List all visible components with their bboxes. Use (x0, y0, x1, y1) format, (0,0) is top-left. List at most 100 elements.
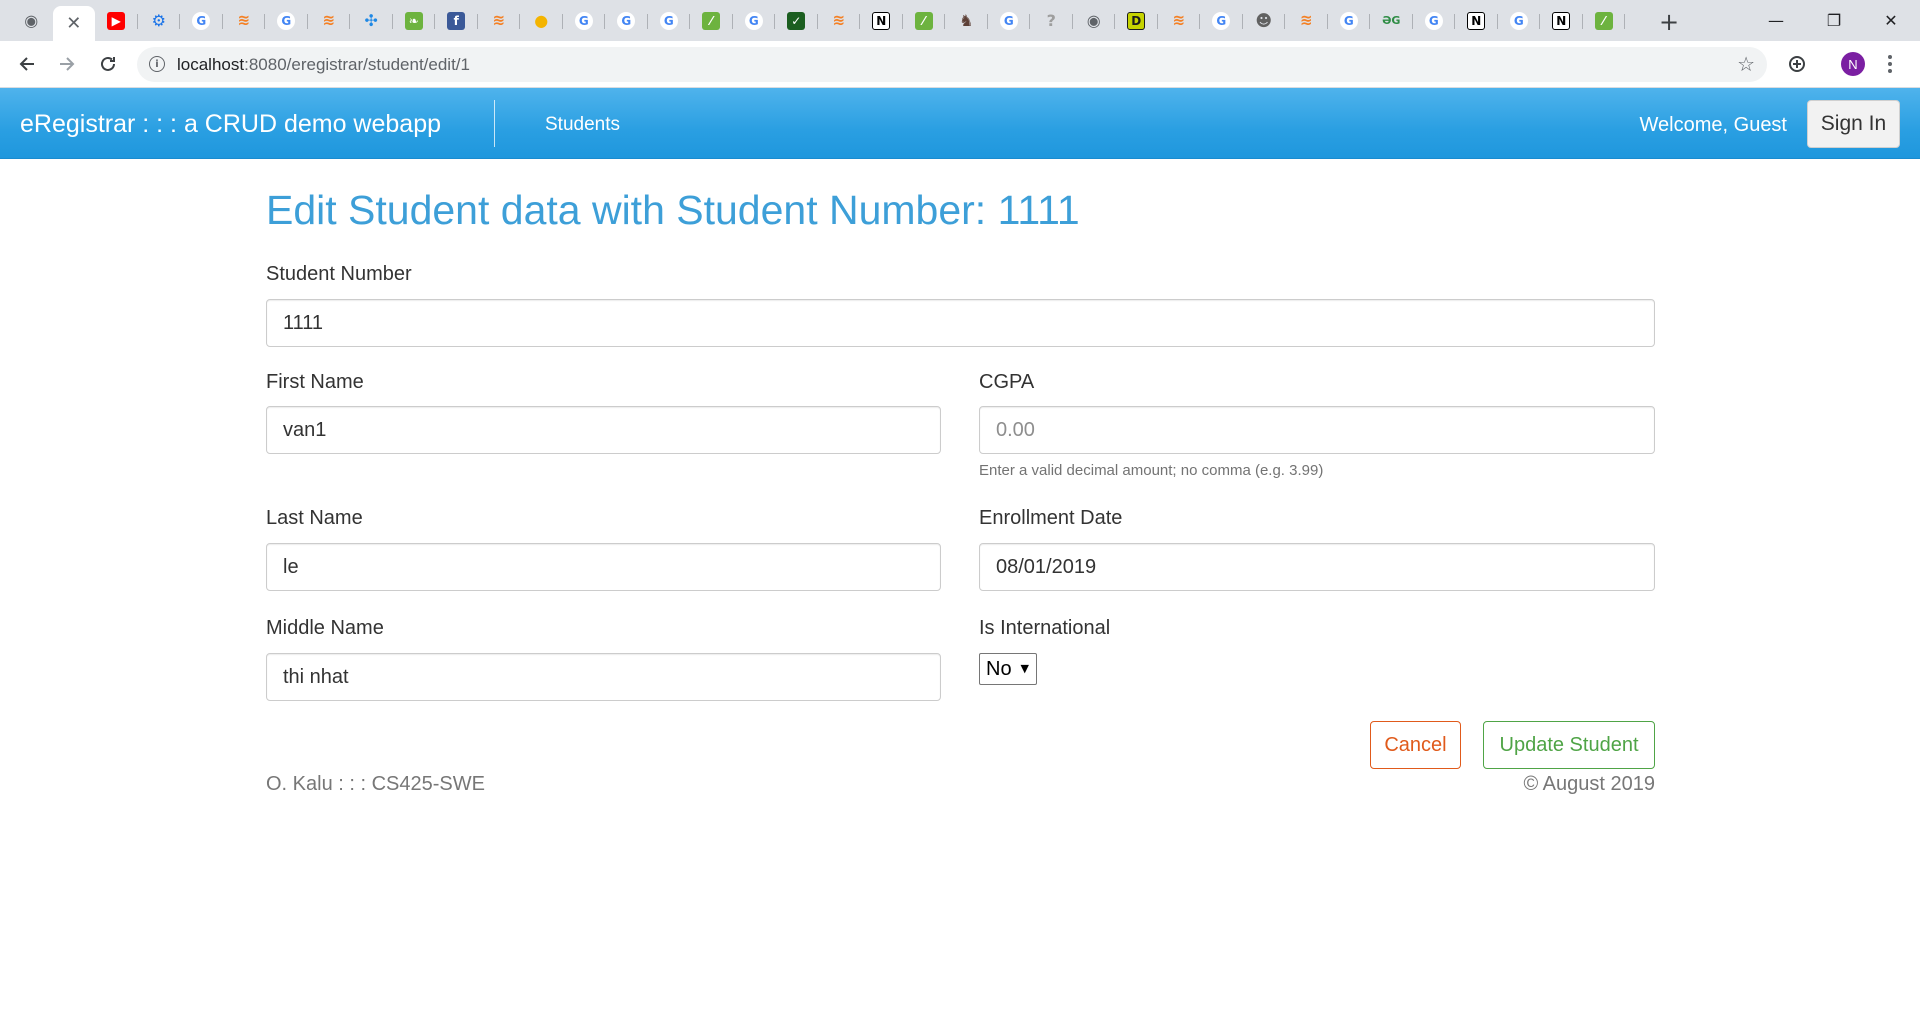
update-student-button[interactable]: Update Student (1483, 721, 1655, 769)
browser-tab[interactable]: ⚙ (138, 6, 181, 35)
page-title: Edit Student data with Student Number: 1… (266, 187, 1080, 233)
fruit-icon: ● (534, 10, 549, 30)
browser-tab[interactable]: G (563, 6, 606, 35)
browser-tab[interactable]: G (1498, 6, 1541, 35)
back-icon[interactable] (13, 50, 41, 78)
browser-tab[interactable]: N (1540, 6, 1583, 35)
browser-tab[interactable]: ◉ (1073, 6, 1116, 35)
browser-tab[interactable]: ⁄ (903, 6, 946, 35)
browser-tab[interactable]: G (1328, 6, 1371, 35)
welcome-text: Welcome, Guest (1639, 114, 1787, 136)
window-close-icon[interactable]: ✕ (1862, 0, 1920, 41)
browser-tab[interactable]: ● (520, 6, 563, 35)
stackoverflow-icon: ≋ (322, 11, 336, 29)
enrollment-date-input[interactable]: 08/01/2019 (979, 543, 1655, 591)
browser-tab[interactable]: N (1455, 6, 1498, 35)
middle-name-input[interactable]: thi nhat (266, 653, 941, 701)
browser-tab[interactable]: G (180, 6, 223, 35)
forward-icon[interactable] (53, 50, 81, 78)
footer-copyright: © August 2019 (1523, 773, 1655, 795)
stackoverflow-icon: ≋ (832, 11, 846, 29)
browser-tab[interactable]: f (435, 6, 478, 35)
browser-tab[interactable]: ❧ (393, 6, 436, 35)
geeksforgeeks-icon: ƏG (1382, 14, 1401, 27)
facebook-icon: f (447, 11, 466, 30)
cgpa-label: CGPA (979, 371, 1035, 393)
browser-tab[interactable]: ≋ (223, 6, 266, 35)
restore-icon[interactable]: ❐ (1805, 0, 1863, 41)
browser-menu-icon[interactable] (1883, 50, 1897, 78)
browser-tab[interactable]: ☻ (1243, 6, 1286, 35)
reload-icon[interactable] (94, 50, 122, 78)
nav-students-link[interactable]: Students (545, 114, 620, 136)
google-icon: G (1212, 11, 1231, 30)
browser-tab[interactable]: G (648, 6, 691, 35)
spring-leaf-icon: ⁄ (702, 11, 721, 30)
cgpa-help-text: Enter a valid decimal amount; no comma (… (979, 462, 1324, 479)
middle-name-label: Middle Name (266, 617, 384, 639)
dropdown-arrow-icon: ▼ (1020, 662, 1029, 675)
broken-page-icon: ? (1046, 10, 1056, 30)
browser-tab[interactable]: ƏG (1370, 6, 1413, 35)
browser-tab[interactable]: G (733, 6, 776, 35)
first-name-input[interactable]: van1 (266, 406, 941, 454)
pinwheel-icon: ✣ (364, 10, 378, 30)
browser-tab[interactable]: ▶ (95, 6, 138, 35)
browser-tab[interactable]: ♞ (945, 6, 988, 35)
browser-tab[interactable]: ✓ (775, 6, 818, 35)
stackoverflow-icon: ≋ (492, 11, 506, 29)
google-icon: G (617, 11, 636, 30)
last-name-label: Last Name (266, 507, 363, 529)
is-international-select[interactable]: No ▼ (979, 653, 1037, 685)
sign-in-button[interactable]: Sign In (1807, 100, 1900, 148)
close-tab-icon[interactable]: ✕ (65, 14, 83, 33)
minimize-icon[interactable]: — (1747, 0, 1805, 41)
stackoverflow-icon: ≋ (1299, 11, 1313, 29)
google-icon: G (1509, 11, 1528, 30)
browser-tab[interactable]: ≋ (1158, 6, 1201, 35)
notion-icon: N (872, 11, 891, 30)
profile-avatar[interactable]: N (1841, 52, 1865, 76)
extension-sync-icon[interactable] (1783, 50, 1811, 78)
browser-tab[interactable]: G (605, 6, 648, 35)
person-icon: ☻ (1255, 10, 1273, 30)
browser-tab[interactable]: ✣ (350, 6, 393, 35)
enrollment-date-label: Enrollment Date (979, 507, 1123, 529)
browser-tab[interactable]: ◉ (10, 6, 53, 35)
cgpa-input[interactable]: 0.00 (979, 406, 1655, 454)
site-info-icon[interactable]: i (149, 56, 165, 72)
browser-tab[interactable]: N (860, 6, 903, 35)
browser-tab[interactable]: ≋ (478, 6, 521, 35)
address-bar[interactable]: i localhost:8080/eregistrar/student/edit… (137, 47, 1767, 82)
last-name-input[interactable]: le (266, 543, 941, 591)
browser-tab[interactable]: ✕ (52, 6, 95, 41)
browser-tab[interactable]: ⁄ (690, 6, 733, 35)
browser-tab[interactable]: ⁄ (1583, 6, 1626, 35)
browser-tab[interactable]: G (988, 6, 1031, 35)
bookmark-star-icon[interactable]: ☆ (1737, 52, 1755, 76)
settings-gear-icon: ⚙ (151, 10, 166, 30)
globe-icon: ◉ (1086, 10, 1101, 30)
browser-tab[interactable]: ≋ (308, 6, 351, 35)
browser-tab[interactable]: ≋ (818, 6, 861, 35)
browser-toolbar: i localhost:8080/eregistrar/student/edit… (0, 41, 1920, 88)
browser-tab[interactable]: ≋ (1285, 6, 1328, 35)
notion-icon: N (1552, 11, 1571, 30)
first-name-label: First Name (266, 371, 364, 393)
student-number-input[interactable]: 1111 (266, 299, 1655, 347)
google-icon: G (659, 11, 678, 30)
horse-icon: ♞ (959, 10, 974, 30)
new-tab-icon[interactable]: + (1655, 8, 1683, 36)
browser-tab[interactable]: G (265, 6, 308, 35)
brand-link[interactable]: eRegistrar : : : a CRUD demo webapp (20, 110, 441, 139)
browser-tab[interactable]: D (1115, 6, 1158, 35)
browser-tab[interactable]: G (1200, 6, 1243, 35)
notion-icon: N (1467, 11, 1486, 30)
cancel-button[interactable]: Cancel (1370, 721, 1461, 769)
browser-tab[interactable]: G (1413, 6, 1456, 35)
is-international-label: Is International (979, 617, 1111, 639)
d-logo-icon: D (1127, 11, 1146, 30)
browser-tab[interactable]: ? (1030, 6, 1073, 35)
url-text[interactable]: localhost:8080/eregistrar/student/edit/1 (177, 55, 470, 75)
google-icon: G (277, 11, 296, 30)
